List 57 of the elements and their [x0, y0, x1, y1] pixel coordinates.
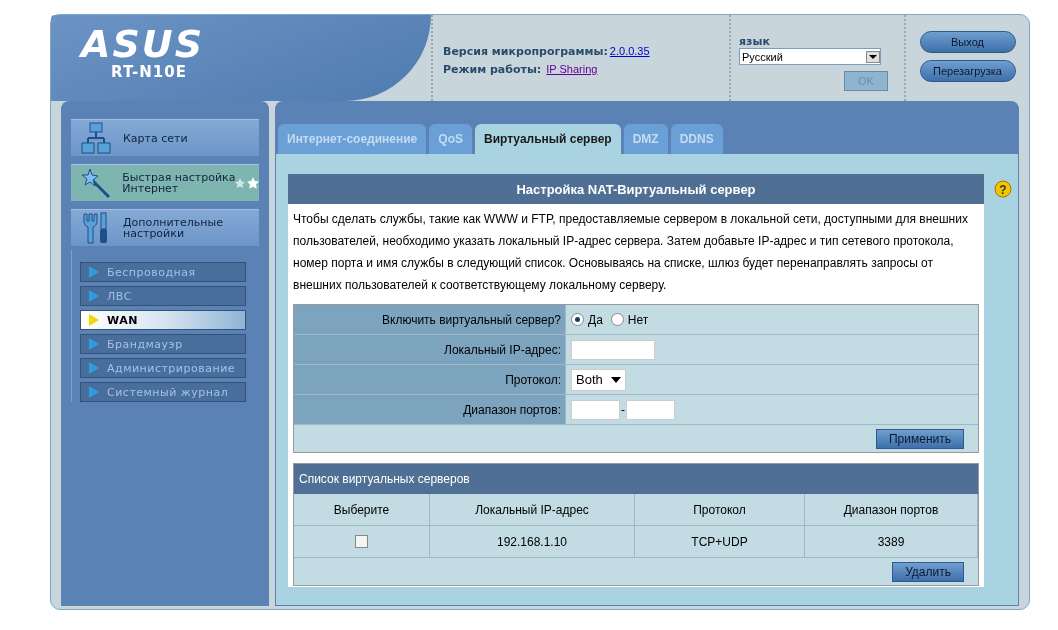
- port-start-field[interactable]: [571, 399, 620, 420]
- menu-item[interactable]: Дополнительные настройки: [71, 209, 259, 246]
- triangle-icon: [89, 314, 99, 326]
- submenu-item[interactable]: ЛВС: [80, 286, 246, 306]
- column-header: Локальный IP-адрес: [430, 494, 635, 526]
- language-label: язык: [739, 35, 771, 48]
- form-label: Диапазон портов:: [294, 395, 566, 424]
- language-select[interactable]: Русский: [739, 48, 881, 65]
- apply-button[interactable]: Применить: [876, 428, 964, 449]
- mode-link[interactable]: IP Sharing: [546, 63, 598, 76]
- radio-label: Нет: [627, 312, 649, 327]
- caret-icon: [611, 376, 621, 383]
- table-cell: 3389: [805, 526, 978, 558]
- column-header: Протокол: [635, 494, 805, 526]
- magic-wand-icon: [81, 167, 111, 199]
- network-map-icon: [81, 122, 111, 154]
- triangle-icon: [89, 266, 99, 278]
- help-icon[interactable]: ?: [994, 180, 1012, 198]
- stars-icon: [233, 177, 259, 189]
- form-label: Включить виртуальный сервер?: [294, 305, 566, 334]
- logout-button[interactable]: Выход: [919, 31, 1016, 53]
- reboot-button[interactable]: Перезагрузка: [919, 60, 1016, 82]
- table-cell: 192.168.1.10: [430, 526, 635, 558]
- submenu-item[interactable]: Брандмауэр: [80, 334, 246, 354]
- submenu-item[interactable]: Системный журнал: [80, 382, 246, 402]
- list-title: Список виртуальных серверов: [294, 464, 978, 494]
- menu-item[interactable]: Карта сети: [71, 119, 259, 156]
- delete-button[interactable]: Удалить: [892, 561, 964, 582]
- triangle-icon: [89, 362, 99, 374]
- model-name: RT-N10E: [110, 63, 188, 81]
- description: Чтобы сделать службы, такие как WWW и FTP, предоставляемые сервером в локальной сети, доступными для внешних пользователей, необходимо указать локальный IP-адрес сервера. Затем добавьте IP-адрес и тип сетевого протокола, номер порта и имя службы в следующий список. Основываясь на списке, шлюз будет перенаправлять запросы от внешних пользователей к соответствующему локальному серверу.: [293, 211, 969, 294]
- triangle-icon: [89, 338, 99, 350]
- menu-item[interactable]: Быстрая настройка Интернет: [71, 164, 259, 201]
- mode-label: Режим работы:: [443, 63, 542, 76]
- ip-input-field[interactable]: [571, 339, 655, 360]
- firmware-label: Версия микропрограммы:: [443, 45, 608, 58]
- column-header: Диапазон портов: [805, 494, 978, 526]
- triangle-icon: [89, 386, 99, 398]
- column-header: Выберите: [294, 494, 430, 526]
- triangle-icon: [89, 290, 99, 302]
- firmware-link[interactable]: 2.0.0.35: [609, 45, 650, 58]
- submenu-item[interactable]: WAN: [80, 310, 246, 330]
- submenu-item[interactable]: Беспроводная: [80, 262, 246, 282]
- panel-title: Настройка NAT-Виртуальный сервер: [288, 174, 984, 204]
- protocol-select[interactable]: Both: [571, 368, 626, 391]
- dropdown-icon: [866, 50, 880, 63]
- tab[interactable]: Виртуальный сервер: [474, 124, 621, 154]
- port-end-field[interactable]: [626, 399, 675, 420]
- form-label: Локальный IP-адрес:: [294, 335, 566, 364]
- radio-button[interactable]: [571, 313, 584, 326]
- form-label: Протокол:: [294, 365, 566, 394]
- checkbox[interactable]: [355, 535, 368, 548]
- submenu-item[interactable]: Администрирование: [80, 358, 246, 378]
- radio-label: Да: [588, 312, 603, 327]
- range-separator: -: [621, 402, 625, 417]
- radio-button[interactable]: [610, 313, 624, 326]
- table-cell: TCP+UDP: [635, 526, 805, 558]
